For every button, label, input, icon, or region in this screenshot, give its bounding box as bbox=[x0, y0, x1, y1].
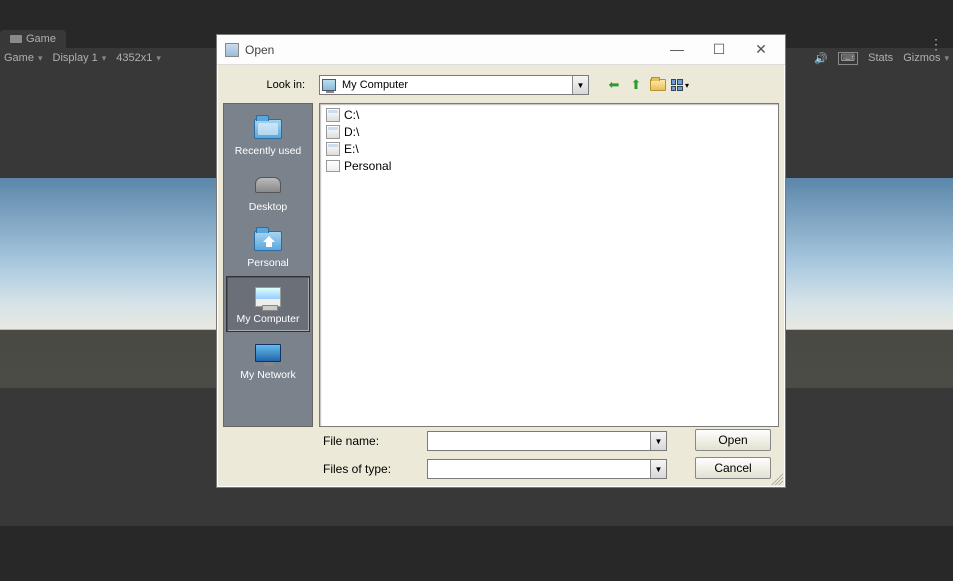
keyboard-icon[interactable]: ⌨ bbox=[838, 52, 858, 65]
resize-grip[interactable] bbox=[771, 473, 783, 485]
computer-icon bbox=[322, 79, 336, 91]
list-item[interactable]: Personal bbox=[324, 158, 774, 174]
cancel-button[interactable]: Cancel bbox=[695, 457, 771, 479]
desktop-icon bbox=[255, 177, 281, 193]
lookin-row: Look in: My Computer ▼ ⬅ ⬆ bbox=[223, 71, 779, 103]
lookin-label: Look in: bbox=[227, 79, 313, 91]
folder-icon bbox=[254, 119, 282, 139]
open-button[interactable]: Open bbox=[695, 429, 771, 451]
chevron-down-icon[interactable]: ▼ bbox=[650, 432, 666, 450]
place-recently-used[interactable]: Recently used bbox=[226, 108, 310, 164]
list-item[interactable]: C:\ bbox=[324, 107, 774, 123]
tab-game[interactable]: Game bbox=[0, 30, 66, 48]
stats-button[interactable]: Stats bbox=[868, 52, 893, 64]
drive-icon bbox=[326, 142, 340, 156]
place-desktop[interactable]: Desktop bbox=[226, 164, 310, 220]
close-button[interactable]: ✕ bbox=[751, 41, 771, 58]
home-folder-icon bbox=[254, 231, 282, 251]
file-list[interactable]: C:\ D:\ E:\ Personal bbox=[319, 103, 779, 427]
list-item[interactable]: D:\ bbox=[324, 124, 774, 140]
filetype-combo[interactable]: ▼ bbox=[427, 459, 667, 479]
open-dialog: Open — ☐ ✕ Look in: My Computer ▼ ⬅ ⬆ bbox=[216, 34, 786, 488]
folder-icon bbox=[650, 79, 666, 91]
lookin-combo[interactable]: My Computer ▼ bbox=[319, 75, 589, 95]
chevron-down-icon[interactable]: ▼ bbox=[650, 460, 666, 478]
lookin-value: My Computer bbox=[342, 79, 408, 91]
minimize-button[interactable]: — bbox=[667, 41, 687, 58]
new-folder-button[interactable] bbox=[649, 76, 667, 94]
up-button[interactable]: ⬆ bbox=[627, 76, 645, 94]
unity-bottom bbox=[0, 526, 953, 581]
place-personal[interactable]: Personal bbox=[226, 220, 310, 276]
chevron-down-icon[interactable]: ▼ bbox=[572, 76, 588, 94]
panes-icon bbox=[671, 79, 683, 91]
drive-icon bbox=[326, 125, 340, 139]
view-mode-button[interactable] bbox=[671, 76, 689, 94]
panel-menu-icon[interactable]: ⋮ bbox=[929, 36, 943, 53]
game-dropdown[interactable]: Game bbox=[4, 52, 43, 64]
computer-icon bbox=[255, 287, 281, 307]
maximize-button[interactable]: ☐ bbox=[709, 41, 729, 58]
game-icon bbox=[10, 35, 22, 43]
filename-label: File name: bbox=[323, 434, 419, 448]
tab-label: Game bbox=[26, 33, 56, 45]
place-my-network[interactable]: My Network bbox=[226, 332, 310, 388]
network-icon bbox=[255, 344, 281, 362]
filetype-label: Files of type: bbox=[323, 462, 419, 476]
gizmos-dropdown[interactable]: Gizmos bbox=[903, 52, 949, 64]
filename-input[interactable]: ▼ bbox=[427, 431, 667, 451]
app-icon bbox=[225, 43, 239, 57]
unity-top bbox=[0, 0, 953, 30]
window-title: Open bbox=[245, 43, 274, 57]
resolution-dropdown[interactable]: 4352x1 bbox=[116, 52, 161, 64]
drive-icon bbox=[326, 108, 340, 122]
places-bar: Recently used Desktop Personal My Comput… bbox=[223, 103, 313, 427]
titlebar[interactable]: Open — ☐ ✕ bbox=[217, 35, 785, 65]
place-my-computer[interactable]: My Computer bbox=[226, 276, 310, 332]
audio-icon[interactable]: 🔊 bbox=[814, 52, 828, 65]
list-item[interactable]: E:\ bbox=[324, 141, 774, 157]
back-button[interactable]: ⬅ bbox=[605, 76, 623, 94]
folder-icon bbox=[326, 160, 340, 172]
display-dropdown[interactable]: Display 1 bbox=[53, 52, 107, 64]
